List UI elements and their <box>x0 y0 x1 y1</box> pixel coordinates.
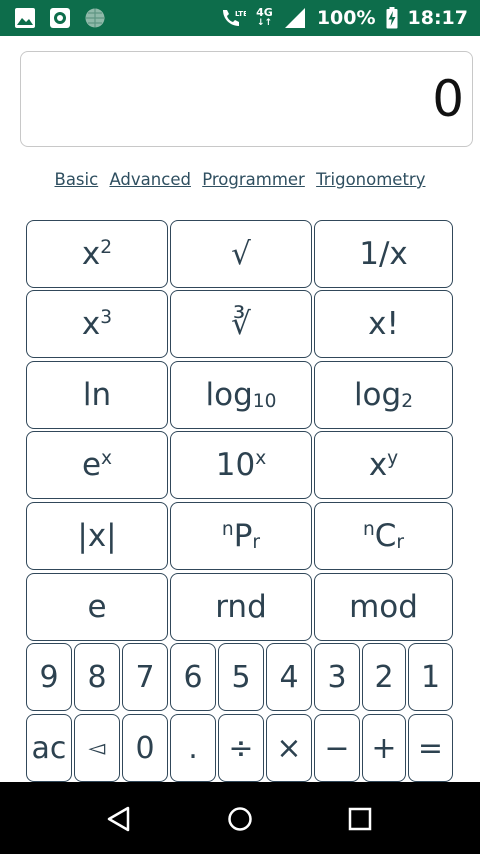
navigation-bar <box>0 782 480 854</box>
digit-7-button[interactable]: 7 <box>122 643 168 711</box>
target-icon <box>50 8 70 28</box>
natural-log-button[interactable]: ln <box>26 361 168 429</box>
equals-button[interactable]: = <box>408 714 453 782</box>
multiply-button[interactable]: × <box>266 714 312 782</box>
all-clear-button[interactable]: ac <box>26 714 72 782</box>
digit-5-button[interactable]: 5 <box>218 643 264 711</box>
network-indicator: 4G ↓↑ <box>256 6 273 28</box>
mode-programmer-link[interactable]: Programmer <box>202 170 305 189</box>
mode-basic-link[interactable]: Basic <box>55 170 99 189</box>
divide-button[interactable]: ÷ <box>218 714 264 782</box>
digit-9-button[interactable]: 9 <box>26 643 72 711</box>
digit-1-button[interactable]: 1 <box>408 643 453 711</box>
signal-icon <box>284 8 305 28</box>
power-button[interactable]: xy <box>314 431 453 499</box>
cube-root-button[interactable]: ∛ <box>170 290 312 358</box>
digit-0-button[interactable]: 0 <box>122 714 168 782</box>
recents-icon[interactable] <box>345 804 375 834</box>
clock: 18:17 <box>407 7 468 29</box>
absolute-value-button[interactable]: |x| <box>26 502 168 570</box>
square-button[interactable]: x2 <box>26 220 168 288</box>
cube-button[interactable]: x3 <box>26 290 168 358</box>
battery-charging-icon <box>386 7 398 29</box>
calculator-display: 0 <box>20 51 473 147</box>
reciprocal-button[interactable]: 1/x <box>314 220 453 288</box>
permutation-button[interactable]: nPr <box>170 502 312 570</box>
log2-button[interactable]: log 2 <box>314 361 453 429</box>
image-icon <box>15 8 35 28</box>
factorial-button[interactable]: x! <box>314 290 453 358</box>
network-generation: 4G <box>256 6 273 19</box>
digit-8-button[interactable]: 8 <box>74 643 120 711</box>
backspace-icon: ◅ <box>88 735 106 761</box>
digit-3-button[interactable]: 3 <box>314 643 360 711</box>
square-root-button[interactable]: √ <box>170 220 312 288</box>
subtract-button[interactable]: − <box>314 714 360 782</box>
exp-button[interactable]: ex <box>26 431 168 499</box>
mode-trigonometry-link[interactable]: Trigonometry <box>316 170 425 189</box>
digit-2-button[interactable]: 2 <box>362 643 406 711</box>
call-icon: LTE <box>223 10 246 26</box>
combination-button[interactable]: nCr <box>314 502 453 570</box>
mode-selector: Basic Advanced Programmer Trigonometry <box>0 170 480 189</box>
display-value: 0 <box>432 70 464 128</box>
modulo-button[interactable]: mod <box>314 573 453 641</box>
network-type-label: LTE <box>235 10 246 18</box>
back-icon[interactable] <box>104 804 134 834</box>
decimal-point-button[interactable]: . <box>170 714 216 782</box>
battery-percent: 100% <box>316 7 376 29</box>
home-icon[interactable] <box>225 804 255 834</box>
backspace-button[interactable]: ◅ <box>74 714 120 782</box>
add-button[interactable]: + <box>362 714 406 782</box>
globe-icon <box>85 8 105 28</box>
digit-4-button[interactable]: 4 <box>266 643 312 711</box>
euler-constant-button[interactable]: e <box>26 573 168 641</box>
digit-6-button[interactable]: 6 <box>170 643 216 711</box>
log10-button[interactable]: log 10 <box>170 361 312 429</box>
random-button[interactable]: rnd <box>170 573 312 641</box>
power-of-ten-button[interactable]: 10 x <box>170 431 312 499</box>
mode-advanced-link[interactable]: Advanced <box>109 170 191 189</box>
status-bar: LTE 4G ↓↑ 100% 18:17 <box>0 0 480 36</box>
